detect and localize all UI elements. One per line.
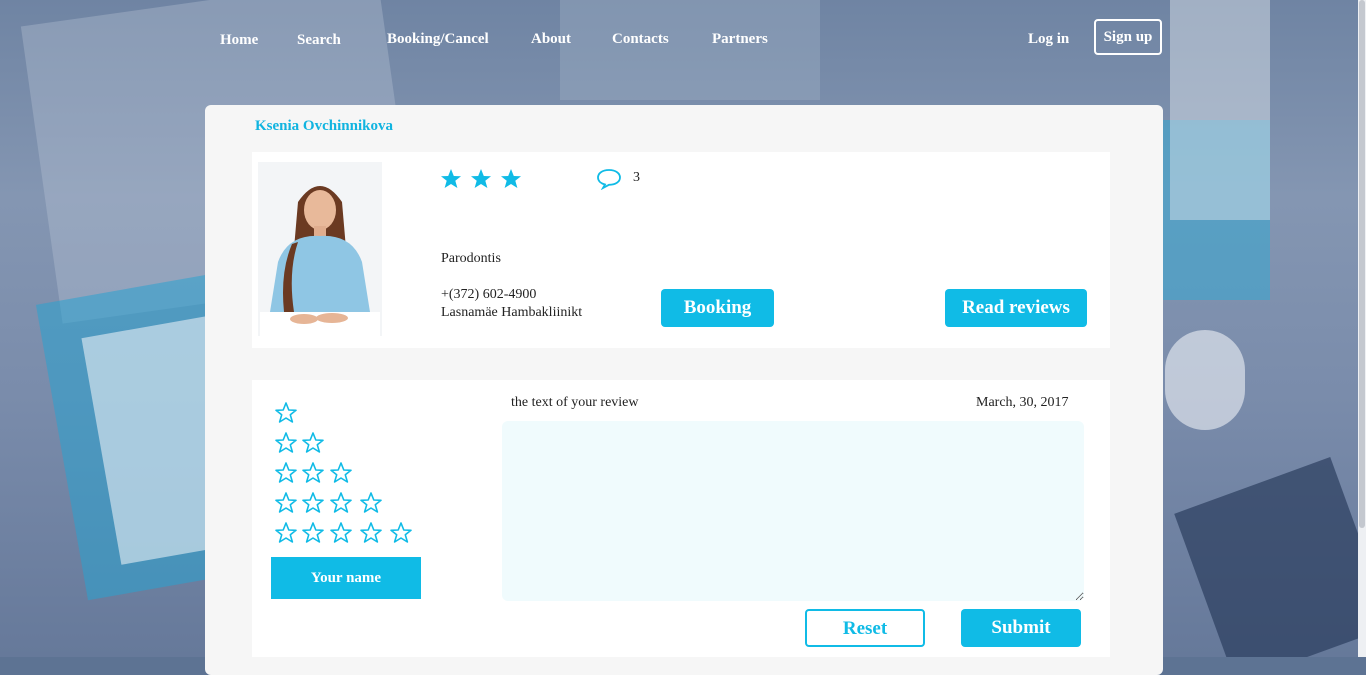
signup-button[interactable]: Sign up xyxy=(1094,19,1162,55)
review-date: March, 30, 2017 xyxy=(976,395,1069,410)
review-text-label: the text of your review xyxy=(511,395,639,410)
nav-contacts[interactable]: Contacts xyxy=(612,31,669,48)
submit-button[interactable]: Submit xyxy=(961,609,1081,647)
scrollbar-thumb[interactable] xyxy=(1359,0,1365,528)
login-link[interactable]: Log in xyxy=(1028,31,1069,48)
rating-option-2[interactable] xyxy=(275,432,324,453)
booking-button[interactable]: Booking xyxy=(661,289,774,327)
doctor-name: Ksenia Ovchinnikova xyxy=(255,118,393,134)
nav-home[interactable]: Home xyxy=(220,32,258,49)
rating-option-1[interactable] xyxy=(275,402,297,423)
star-filled-icon xyxy=(441,169,461,188)
review-count: 3 xyxy=(633,170,640,185)
your-name-field[interactable]: Your name xyxy=(271,557,421,599)
read-reviews-button[interactable]: Read reviews xyxy=(945,289,1087,327)
nav-search[interactable]: Search xyxy=(297,32,341,49)
doctor-specialty: Parodontis xyxy=(441,251,501,266)
doctor-phone: +(372) 602-4900 xyxy=(441,287,537,302)
star-rating-options xyxy=(274,401,424,552)
reset-button[interactable]: Reset xyxy=(805,609,925,647)
rating-option-3[interactable] xyxy=(275,462,352,483)
star-filled-icon xyxy=(501,169,521,188)
doctor-rating xyxy=(440,168,530,197)
scrollbar[interactable] xyxy=(1358,0,1366,657)
nav-booking-cancel[interactable]: Booking/Cancel xyxy=(387,31,489,48)
nav-partners[interactable]: Partners xyxy=(712,31,768,48)
comment-icon[interactable] xyxy=(596,168,622,195)
star-filled-icon xyxy=(471,169,491,188)
review-textarea[interactable] xyxy=(502,421,1084,601)
doctor-photo xyxy=(258,162,382,336)
rating-option-4[interactable] xyxy=(275,492,382,513)
rating-option-5[interactable] xyxy=(275,522,412,543)
nav-about[interactable]: About xyxy=(531,31,571,48)
doctor-clinic: Lasnamäe Hambakliinikt xyxy=(441,305,583,320)
